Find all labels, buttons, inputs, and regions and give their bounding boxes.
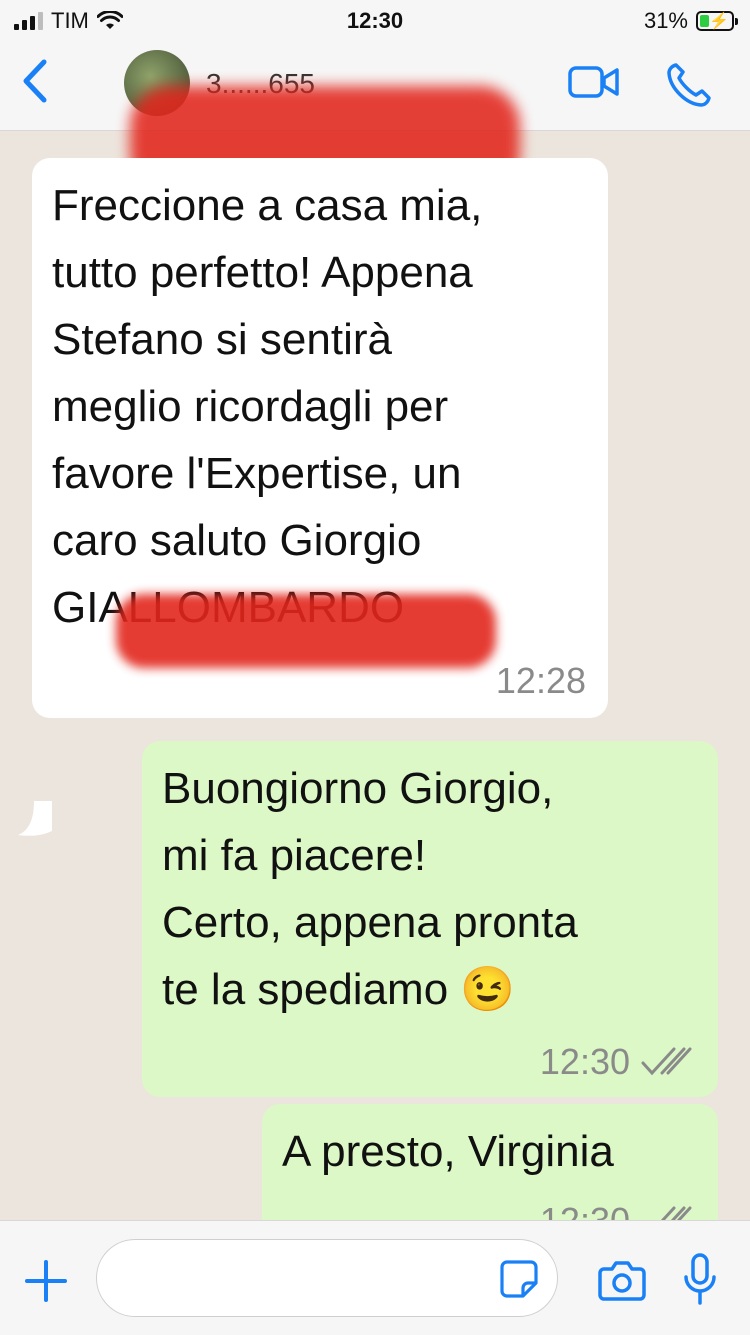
status-right: 31% ⚡ <box>643 8 738 34</box>
message-text: Freccione a casa mia, tutto perfetto! Ap… <box>52 181 483 632</box>
message-time: 12:30 <box>540 1200 630 1220</box>
plus-icon[interactable] <box>24 1259 68 1303</box>
message-meta: 12:28 <box>496 660 586 702</box>
message-text: A presto, Virginia <box>282 1127 614 1176</box>
message-bubble-incoming[interactable]: Freccione a casa mia, tutto perfetto! Ap… <box>32 158 608 718</box>
message-time: 12:28 <box>495 660 586 701</box>
phone-icon[interactable] <box>666 62 712 108</box>
double-check-icon <box>641 1047 692 1076</box>
back-icon[interactable] <box>16 56 56 106</box>
message-bubble-outgoing[interactable]: Buongiorno Giorgio, mi fa piacere! Certo… <box>142 741 718 1097</box>
charging-bolt-icon: ⚡ <box>709 13 729 30</box>
message-meta: 12:30 <box>540 1200 696 1220</box>
message-meta: 12:30 <box>540 1041 696 1083</box>
message-input-field[interactable] <box>96 1239 558 1317</box>
bubble-tail <box>18 801 52 836</box>
battery-icon: ⚡ <box>696 11 738 31</box>
message-text: Buongiorno Giorgio, mi fa piacere! Certo… <box>162 764 578 1014</box>
double-check-icon <box>660 1206 692 1220</box>
battery-percent: 31% <box>643 8 688 33</box>
message-bubble-outgoing[interactable]: A presto, Virginia 12:30 <box>262 1104 718 1220</box>
input-bar <box>0 1220 750 1335</box>
message-time: 12:30 <box>539 1041 630 1082</box>
chat-header: 3......655 <box>0 42 750 194</box>
status-bar: TIM 12:30 31% ⚡ <box>0 0 750 42</box>
sticker-icon[interactable] <box>499 1259 539 1299</box>
status-time: 12:30 <box>346 8 404 33</box>
camera-icon[interactable] <box>598 1259 646 1301</box>
message-input[interactable] <box>121 1258 505 1300</box>
microphone-icon[interactable] <box>682 1253 718 1307</box>
video-call-icon[interactable] <box>568 62 620 102</box>
redaction-mark <box>116 594 496 668</box>
chat-area[interactable]: Freccione a casa mia, tutto perfetto! Ap… <box>0 131 750 1220</box>
